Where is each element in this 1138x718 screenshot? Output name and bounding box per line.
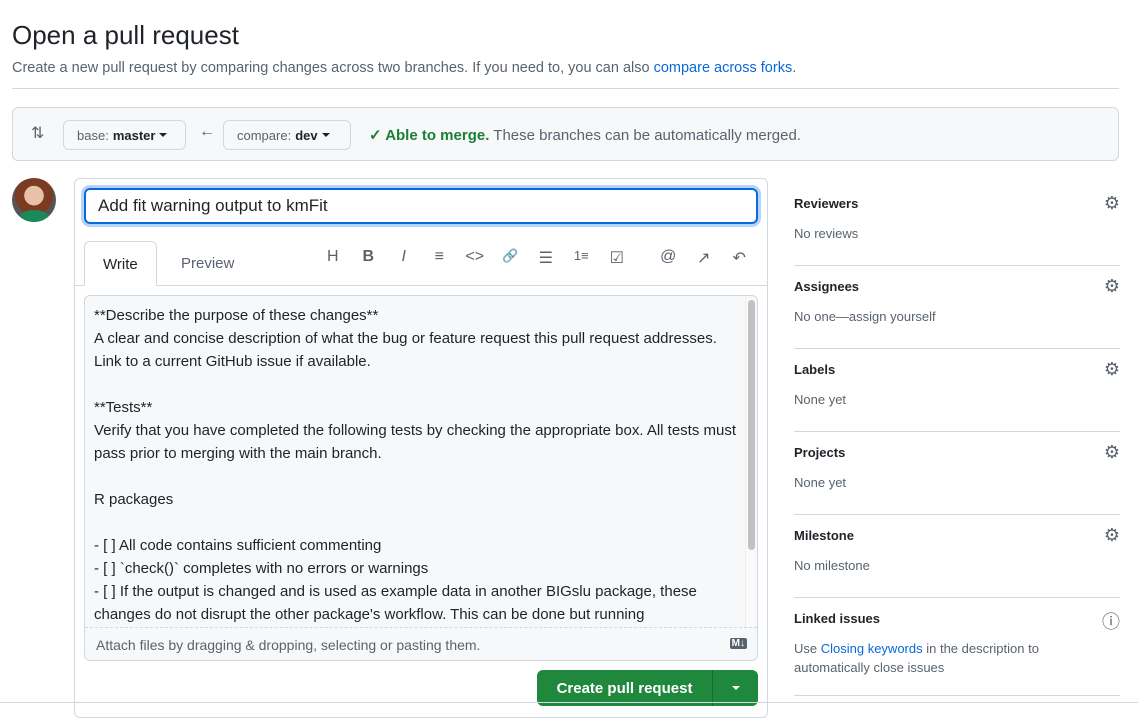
body-textarea[interactable]: **Describe the purpose of these changes*… — [84, 295, 758, 661]
arrow-left-icon: ← — [199, 123, 215, 140]
subtitle-text: Create a new pull request by comparing c… — [12, 60, 654, 76]
labels-value: None yet — [794, 392, 847, 407]
labels-heading: Labels — [794, 362, 836, 377]
check-icon: ✓ — [369, 127, 386, 144]
milestone-heading: Milestone — [794, 528, 854, 543]
reply-icon[interactable]: ↶ — [722, 248, 758, 268]
tab-write[interactable]: Write — [84, 241, 157, 286]
subtitle-end: . — [792, 60, 797, 76]
merge-status-label: Able to merge. — [385, 127, 490, 144]
milestone-value: No milestone — [794, 558, 870, 573]
base-label: base: — [77, 127, 109, 143]
closing-keywords-link[interactable]: Closing keywords — [821, 641, 923, 656]
gear-icon[interactable]: ⚙ — [1104, 276, 1120, 297]
bold-icon[interactable]: B — [351, 248, 387, 268]
gear-icon[interactable]: ⚙ — [1104, 359, 1120, 380]
markdown-icon: M↓ — [729, 638, 747, 649]
caret-down-icon — [731, 686, 740, 690]
body-text[interactable]: **Describe the purpose of these changes*… — [94, 304, 744, 626]
linked-pre: Use — [794, 641, 821, 656]
page-subtitle: Create a new pull request by comparing c… — [12, 60, 796, 76]
markdown-toolbar: H B I ≡ <> 🔗 ☰ 1≡ ☑ @ ↗ ↶ — [315, 248, 757, 268]
page-title: Open a pull request — [12, 20, 239, 50]
reviewers-value: No reviews — [794, 226, 859, 241]
unordered-list-icon[interactable]: ☰ — [528, 248, 564, 268]
projects-heading: Projects — [794, 445, 846, 460]
tab-preview[interactable]: Preview — [163, 241, 252, 286]
assignees-heading: Assignees — [794, 279, 860, 294]
assignees-value[interactable]: No one—assign yourself — [794, 307, 936, 326]
scrollbar-thumb[interactable] — [748, 300, 755, 550]
merge-status: ✓ Able to merge. These branches can be a… — [369, 126, 801, 144]
sidebar-linked-issues: Linked issues ⓘ Use Closing keywords in th… — [794, 598, 1120, 696]
italic-icon[interactable]: I — [386, 248, 422, 268]
compare-arrows-icon: ⇅ — [31, 125, 45, 142]
branch-range-bar: ⇅ base: master ← compare: dev ✓ Able to me… — [12, 107, 1119, 161]
title-input[interactable]: Add fit warning output to kmFit — [84, 188, 758, 224]
create-pull-request-button[interactable]: Create pull request — [537, 670, 713, 706]
compare-across-forks-link[interactable]: compare across forks — [654, 60, 793, 76]
task-list-icon[interactable]: ☑ — [599, 248, 635, 268]
caret-down-icon — [321, 133, 330, 137]
sidebar-projects: Projects ⚙ None yet — [794, 432, 1120, 515]
heading-icon[interactable]: H — [315, 248, 351, 268]
create-options-dropdown[interactable] — [713, 670, 758, 706]
sidebar-labels: Labels ⚙ None yet — [794, 349, 1120, 432]
cross-reference-icon[interactable]: ↗ — [686, 248, 722, 268]
base-value: master — [112, 127, 156, 143]
divider — [12, 88, 1119, 89]
link-icon[interactable]: 🔗 — [493, 248, 529, 268]
base-branch-button[interactable]: base: master — [63, 120, 186, 150]
sidebar-milestone: Milestone ⚙ No milestone — [794, 515, 1120, 598]
quote-icon[interactable]: ≡ — [422, 248, 458, 268]
textarea-scrollbar[interactable] — [745, 298, 755, 626]
create-pull-request-button-group: Create pull request — [537, 670, 758, 706]
attach-files-text: Attach files by dragging & dropping, sel… — [96, 637, 481, 653]
projects-value: None yet — [794, 475, 847, 490]
reviewers-heading: Reviewers — [794, 196, 859, 211]
gear-icon[interactable]: ⚙ — [1104, 525, 1120, 546]
linked-issues-heading: Linked issues — [794, 611, 880, 626]
avatar[interactable] — [12, 178, 56, 222]
mention-icon[interactable]: @ — [651, 248, 687, 268]
compare-label: compare: — [237, 127, 292, 143]
ordered-list-icon[interactable]: 1≡ — [564, 248, 600, 268]
attach-files-area[interactable]: Attach files by dragging & dropping, sel… — [85, 627, 757, 660]
compare-branch-button[interactable]: compare: dev — [223, 120, 351, 150]
gear-icon[interactable]: ⚙ — [1104, 442, 1120, 463]
gear-icon[interactable]: ⚙ — [1104, 193, 1120, 214]
page-bottom-border — [0, 702, 1138, 703]
sidebar-reviewers: Reviewers ⚙ No reviews — [794, 183, 1120, 266]
tab-divider — [75, 285, 767, 286]
code-icon[interactable]: <> — [457, 248, 493, 268]
compare-value: dev — [295, 127, 318, 143]
linked-issues-value: Use Closing keywords in the description … — [794, 639, 1084, 677]
caret-down-icon — [159, 133, 168, 137]
info-icon[interactable]: ⓘ — [1102, 608, 1120, 634]
sidebar-assignees: Assignees ⚙ No one—assign yourself — [794, 266, 1120, 349]
merge-status-text: These branches can be automatically merg… — [493, 127, 801, 144]
